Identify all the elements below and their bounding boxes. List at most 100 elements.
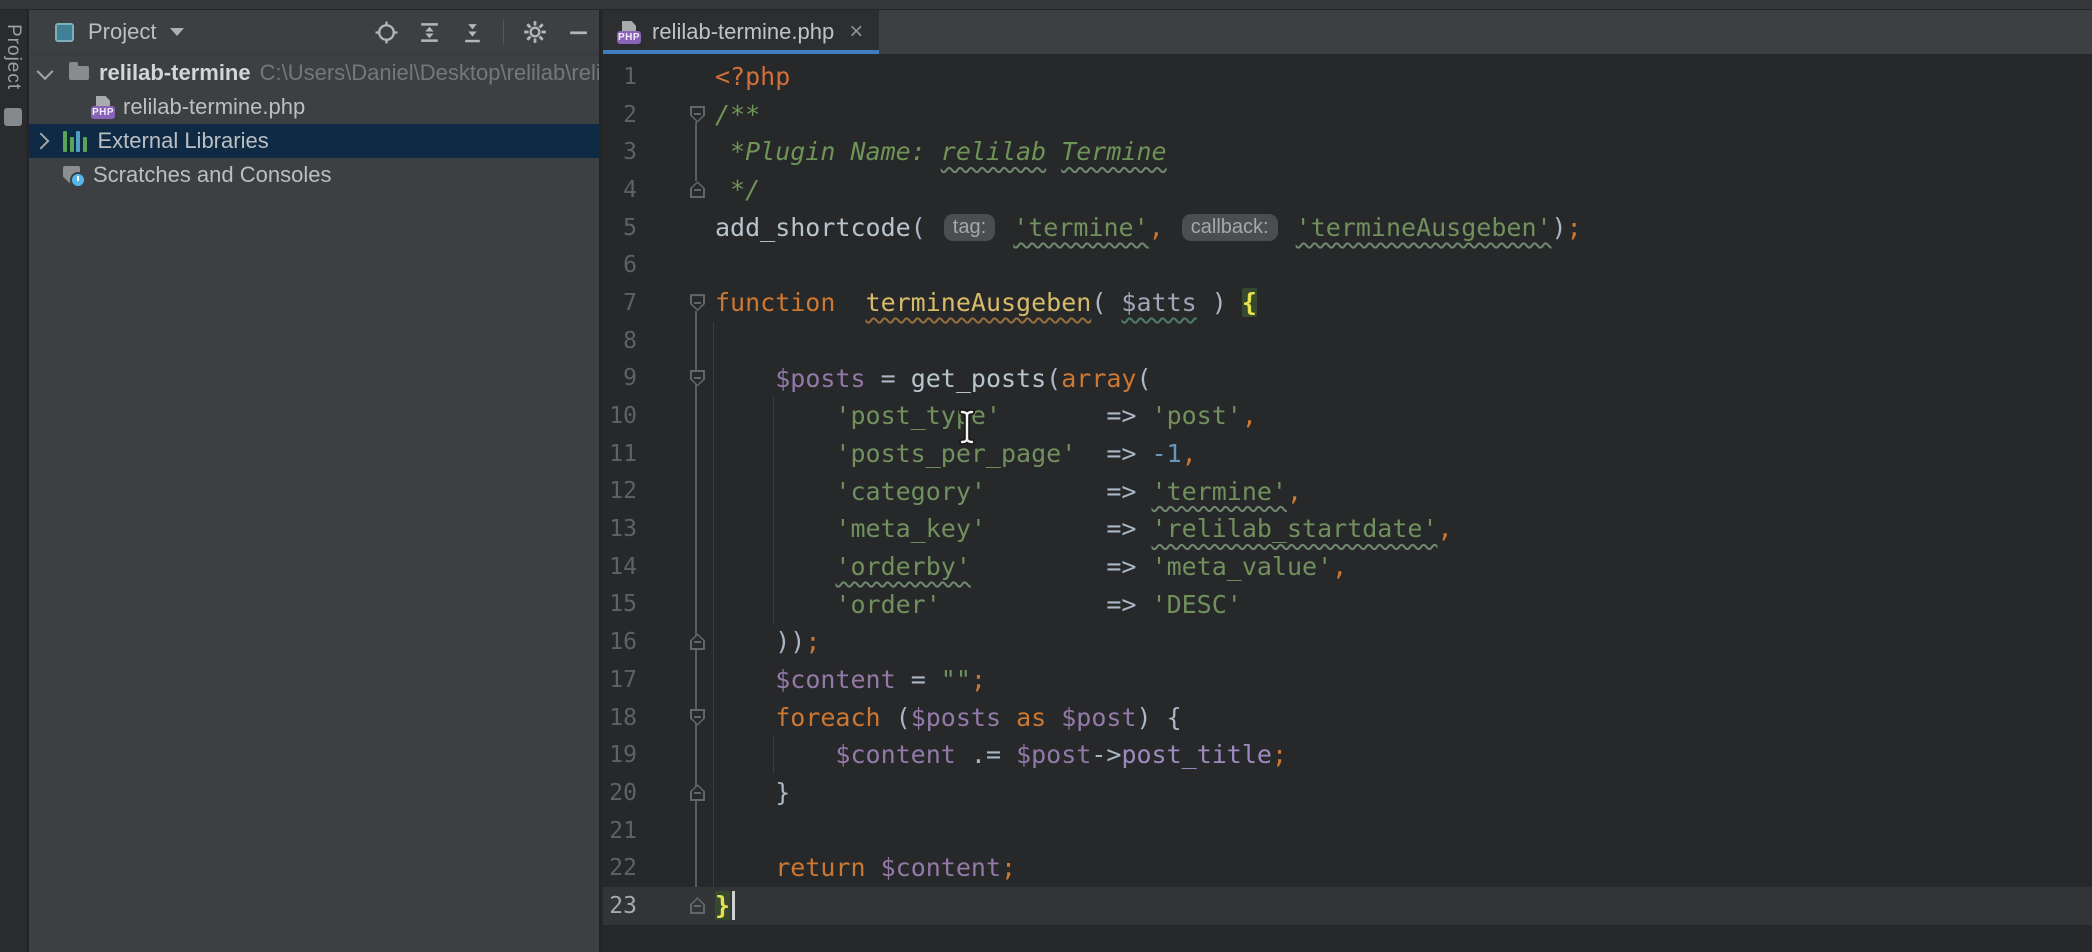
gutter-fold-slot bbox=[639, 246, 715, 284]
tool-window-icon[interactable] bbox=[4, 108, 22, 126]
line-number[interactable]: 5 bbox=[603, 215, 639, 241]
code-line-9[interactable]: 9 $posts = get_posts(array( bbox=[603, 360, 2092, 398]
code-text: 'posts_per_page' => -1, bbox=[715, 435, 1197, 473]
parameter-hint: callback: bbox=[1182, 214, 1278, 241]
line-number[interactable]: 21 bbox=[603, 818, 639, 844]
code-line-7[interactable]: 7 function termineAusgeben( $atts ) { bbox=[603, 284, 2092, 322]
line-number[interactable]: 23 bbox=[603, 893, 639, 919]
line-number[interactable]: 1 bbox=[603, 64, 639, 90]
code-text: } bbox=[715, 887, 735, 925]
gutter-fold-slot bbox=[639, 812, 715, 850]
code-text: 'order' => 'DESC' bbox=[715, 586, 1242, 624]
code-line-11[interactable]: 11 'posts_per_page' => -1, bbox=[603, 435, 2092, 473]
close-tab-icon[interactable]: × bbox=[849, 20, 863, 44]
code-line-17[interactable]: 17 $content = ""; bbox=[603, 661, 2092, 699]
line-number[interactable]: 19 bbox=[603, 742, 639, 768]
code-line-2[interactable]: 2/** bbox=[603, 96, 2092, 134]
settings-gear-icon[interactable] bbox=[522, 19, 548, 45]
code-line-6[interactable]: 6 bbox=[603, 246, 2092, 284]
line-number[interactable]: 22 bbox=[603, 855, 639, 881]
editor-tab-bar: PHP relilab-termine.php × bbox=[603, 10, 2092, 55]
gutter-fold-slot bbox=[639, 171, 715, 209]
code-text: } bbox=[715, 774, 790, 812]
line-number[interactable]: 4 bbox=[603, 177, 639, 203]
gutter-fold-slot bbox=[639, 284, 715, 322]
tree-item-project-root[interactable]: relilab-termine C:\Users\Daniel\Desktop\… bbox=[29, 56, 599, 90]
fold-marker-start[interactable] bbox=[690, 370, 705, 387]
line-number[interactable]: 10 bbox=[603, 403, 639, 429]
line-number[interactable]: 2 bbox=[603, 102, 639, 128]
code-text: 'post_type' => 'post', bbox=[715, 397, 1257, 435]
tree-item-external-libraries[interactable]: External Libraries bbox=[29, 124, 599, 158]
line-number[interactable]: 6 bbox=[603, 252, 639, 278]
php-file-icon: PHP bbox=[617, 21, 641, 44]
code-line-18[interactable]: 18 foreach ($posts as $post) { bbox=[603, 699, 2092, 737]
code-line-5[interactable]: 5add_shortcode( tag: 'termine', callback… bbox=[603, 209, 2092, 247]
chevron-right-icon[interactable] bbox=[33, 133, 50, 150]
select-opened-file-icon[interactable] bbox=[374, 20, 399, 45]
code-line-8[interactable]: 8 bbox=[603, 322, 2092, 360]
code-line-1[interactable]: 1 <?php bbox=[603, 58, 2092, 96]
fold-marker-start[interactable] bbox=[690, 709, 705, 726]
code-line-21[interactable]: 21 bbox=[603, 812, 2092, 850]
code-line-16[interactable]: 16 )); bbox=[603, 623, 2092, 661]
hide-panel-icon[interactable] bbox=[566, 20, 591, 45]
fold-marker-start[interactable] bbox=[690, 106, 705, 123]
code-text: $content .= $post->post_title; bbox=[715, 736, 1287, 774]
line-number[interactable]: 17 bbox=[603, 667, 639, 693]
code-line-4[interactable]: 4 */ bbox=[603, 171, 2092, 209]
fold-marker-end[interactable] bbox=[690, 897, 705, 914]
project-stripe-button[interactable]: Project bbox=[2, 24, 24, 90]
code-line-22[interactable]: 22 return $content; bbox=[603, 849, 2092, 887]
line-number[interactable]: 18 bbox=[603, 705, 639, 731]
code-line-3[interactable]: 3 *Plugin Name: relilab Termine bbox=[603, 133, 2092, 171]
expand-all-icon[interactable] bbox=[417, 20, 442, 45]
line-number[interactable]: 9 bbox=[603, 365, 639, 391]
fold-marker-end[interactable] bbox=[690, 633, 705, 650]
code-text: )); bbox=[715, 623, 820, 661]
line-number[interactable]: 8 bbox=[603, 328, 639, 354]
line-number[interactable]: 13 bbox=[603, 516, 639, 542]
editor-tab-active[interactable]: PHP relilab-termine.php × bbox=[603, 10, 879, 54]
line-number[interactable]: 11 bbox=[603, 441, 639, 467]
code-text: 'category' => 'termine', bbox=[715, 473, 1302, 511]
chevron-down-icon[interactable] bbox=[170, 28, 184, 36]
fold-marker-start[interactable] bbox=[690, 294, 705, 311]
gutter-fold-slot bbox=[639, 774, 715, 812]
code-text: <?php bbox=[715, 58, 790, 96]
code-line-14[interactable]: 14 'orderby' => 'meta_value', bbox=[603, 548, 2092, 586]
line-number[interactable]: 14 bbox=[603, 554, 639, 580]
line-number[interactable]: 20 bbox=[603, 780, 639, 806]
editor-body: 1 <?php2/**3 *Plugin Name: relilab Termin… bbox=[603, 54, 2092, 952]
fold-marker-end[interactable] bbox=[690, 784, 705, 801]
code-line-15[interactable]: 15 'order' => 'DESC' bbox=[603, 586, 2092, 624]
project-tree: relilab-termine C:\Users\Daniel\Desktop\… bbox=[29, 56, 599, 192]
code-line-20[interactable]: 20 } bbox=[603, 774, 2092, 812]
code-text: 'orderby' => 'meta_value', bbox=[715, 548, 1347, 586]
line-number[interactable]: 3 bbox=[603, 139, 639, 165]
code-line-23[interactable]: 23} bbox=[603, 887, 2092, 925]
code-line-10[interactable]: 10 'post_type' => 'post', bbox=[603, 397, 2092, 435]
text-caret bbox=[732, 891, 735, 920]
fold-marker-end[interactable] bbox=[690, 181, 705, 198]
gutter-fold-slot bbox=[639, 58, 715, 96]
tree-item-scratches[interactable]: Scratches and Consoles bbox=[29, 158, 599, 192]
editor-area: PHP relilab-termine.php × 1 <?php2/**3 *P… bbox=[603, 10, 2092, 952]
collapse-all-icon[interactable] bbox=[460, 20, 485, 45]
code-line-13[interactable]: 13 'meta_key' => 'relilab_startdate', bbox=[603, 510, 2092, 548]
chevron-down-icon[interactable] bbox=[37, 63, 54, 80]
tree-item-php-file[interactable]: PHP relilab-termine.php bbox=[29, 90, 599, 124]
tree-item-label: External Libraries bbox=[98, 128, 269, 154]
line-number[interactable]: 15 bbox=[603, 591, 639, 617]
project-panel-title: Project bbox=[88, 19, 156, 45]
line-number[interactable]: 12 bbox=[603, 478, 639, 504]
mouse-cursor-ibeam bbox=[958, 408, 976, 451]
gutter-fold-slot bbox=[639, 133, 715, 171]
code-line-12[interactable]: 12 'category' => 'termine', bbox=[603, 473, 2092, 511]
folder-icon bbox=[69, 66, 89, 80]
line-number[interactable]: 7 bbox=[603, 290, 639, 316]
code-line-19[interactable]: 19 $content .= $post->post_title; bbox=[603, 736, 2092, 774]
line-number[interactable]: 16 bbox=[603, 629, 639, 655]
code-text: function termineAusgeben( $atts ) { bbox=[715, 284, 1257, 322]
tree-item-label: relilab-termine.php bbox=[123, 94, 305, 120]
